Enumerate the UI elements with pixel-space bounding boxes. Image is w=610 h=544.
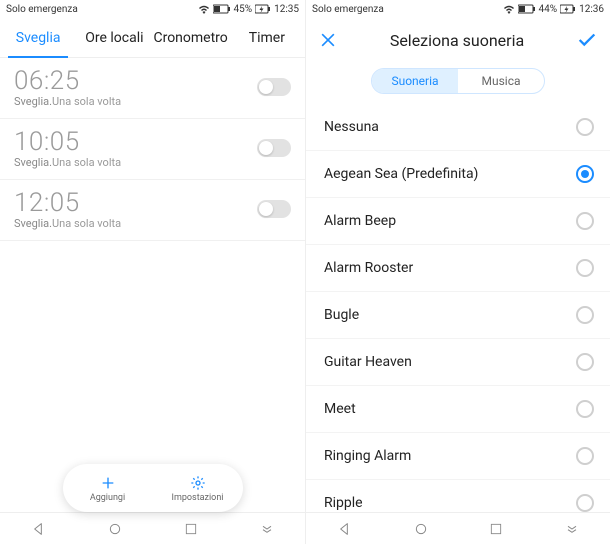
segment-suoneria[interactable]: Suoneria <box>372 69 458 93</box>
status-right: 44% 12:36 <box>503 4 604 15</box>
segment-musica[interactable]: Musica <box>458 69 544 93</box>
radio-icon <box>576 259 594 277</box>
picker-title: Seleziona suoneria <box>390 31 524 50</box>
radio-icon <box>576 494 594 512</box>
alarm-toggle[interactable] <box>257 139 291 157</box>
plus-icon <box>100 473 116 493</box>
floating-actions: Aggiungi Impostazioni <box>63 464 243 512</box>
radio-icon <box>576 306 594 324</box>
picker-header: Seleziona suoneria <box>306 18 610 62</box>
drawer-icon[interactable] <box>259 521 275 537</box>
wifi-icon <box>503 4 515 14</box>
carrier-text: Solo emergenza <box>312 4 384 15</box>
carrier-text: Solo emergenza <box>6 4 78 15</box>
add-button[interactable]: Aggiungi <box>63 464 153 512</box>
list-item[interactable]: Aegean Sea (Predefinita) <box>306 151 610 198</box>
radio-icon <box>576 353 594 371</box>
nav-bar <box>306 512 610 544</box>
confirm-icon[interactable] <box>576 29 598 51</box>
list-item[interactable]: Ringing Alarm <box>306 433 610 480</box>
tab-timer[interactable]: Timer <box>229 18 305 57</box>
alarm-list: 06:25 Sveglia.Una sola volta 10:05 Svegl… <box>0 58 305 512</box>
clock-tabs: Sveglia Ore locali Cronometro Timer <box>0 18 305 58</box>
list-item[interactable]: Alarm Beep <box>306 198 610 245</box>
home-icon[interactable] <box>413 521 429 537</box>
alarm-time: 06:25 <box>14 66 121 96</box>
list-item[interactable]: Meet <box>306 386 610 433</box>
tab-sveglia[interactable]: Sveglia <box>0 18 76 57</box>
ringtone-picker-screen: Solo emergenza 44% 12:36 Seleziona suone… <box>305 0 610 544</box>
drawer-icon[interactable] <box>564 521 580 537</box>
nav-bar <box>0 512 305 544</box>
list-item[interactable]: Ripple <box>306 480 610 512</box>
alarm-toggle[interactable] <box>257 78 291 96</box>
recent-icon[interactable] <box>489 522 503 536</box>
close-icon[interactable] <box>318 30 338 50</box>
status-bar: Solo emergenza 45% 12:35 <box>0 0 305 18</box>
clock-text: 12:35 <box>274 4 299 15</box>
list-item[interactable]: Nessuna <box>306 104 610 151</box>
tab-cronometro[interactable]: Cronometro <box>153 18 229 57</box>
charging-icon <box>560 4 576 14</box>
clock-text: 12:36 <box>579 4 604 15</box>
alarm-time: 10:05 <box>14 127 121 157</box>
battery-icon <box>518 4 536 14</box>
charging-icon <box>255 4 271 14</box>
list-item[interactable]: Guitar Heaven <box>306 339 610 386</box>
battery-icon <box>213 4 231 14</box>
back-icon[interactable] <box>336 521 352 537</box>
alarm-subtitle: Sveglia.Una sola volta <box>14 156 121 169</box>
settings-button[interactable]: Impostazioni <box>153 464 243 512</box>
radio-icon <box>576 400 594 418</box>
add-label: Aggiungi <box>90 493 125 503</box>
settings-label: Impostazioni <box>172 493 224 503</box>
alarm-row[interactable]: 12:05 Sveglia.Una sola volta <box>0 180 305 241</box>
status-right: 45% 12:35 <box>198 4 299 15</box>
alarm-row[interactable]: 10:05 Sveglia.Una sola volta <box>0 119 305 180</box>
recent-icon[interactable] <box>184 522 198 536</box>
home-icon[interactable] <box>107 521 123 537</box>
alarm-time: 12:05 <box>14 188 121 218</box>
radio-icon <box>576 118 594 136</box>
alarm-subtitle: Sveglia.Una sola volta <box>14 217 121 230</box>
alarm-subtitle: Sveglia.Una sola volta <box>14 95 121 108</box>
status-bar: Solo emergenza 44% 12:36 <box>306 0 610 18</box>
battery-text: 45% <box>234 4 253 15</box>
list-item[interactable]: Bugle <box>306 292 610 339</box>
alarm-row[interactable]: 06:25 Sveglia.Una sola volta <box>0 58 305 119</box>
tab-ore-locali[interactable]: Ore locali <box>76 18 152 57</box>
back-icon[interactable] <box>30 521 46 537</box>
wifi-icon <box>198 4 210 14</box>
radio-icon <box>576 165 594 183</box>
clock-app-screen: Solo emergenza 45% 12:35 Sveglia Ore loc… <box>0 0 305 544</box>
radio-icon <box>576 447 594 465</box>
segment-control: Suoneria Musica <box>306 62 610 104</box>
list-item[interactable]: Alarm Rooster <box>306 245 610 292</box>
alarm-toggle[interactable] <box>257 200 291 218</box>
gear-icon <box>190 473 206 493</box>
ringtone-list: Nessuna Aegean Sea (Predefinita) Alarm B… <box>306 104 610 512</box>
battery-text: 44% <box>539 4 558 15</box>
radio-icon <box>576 212 594 230</box>
